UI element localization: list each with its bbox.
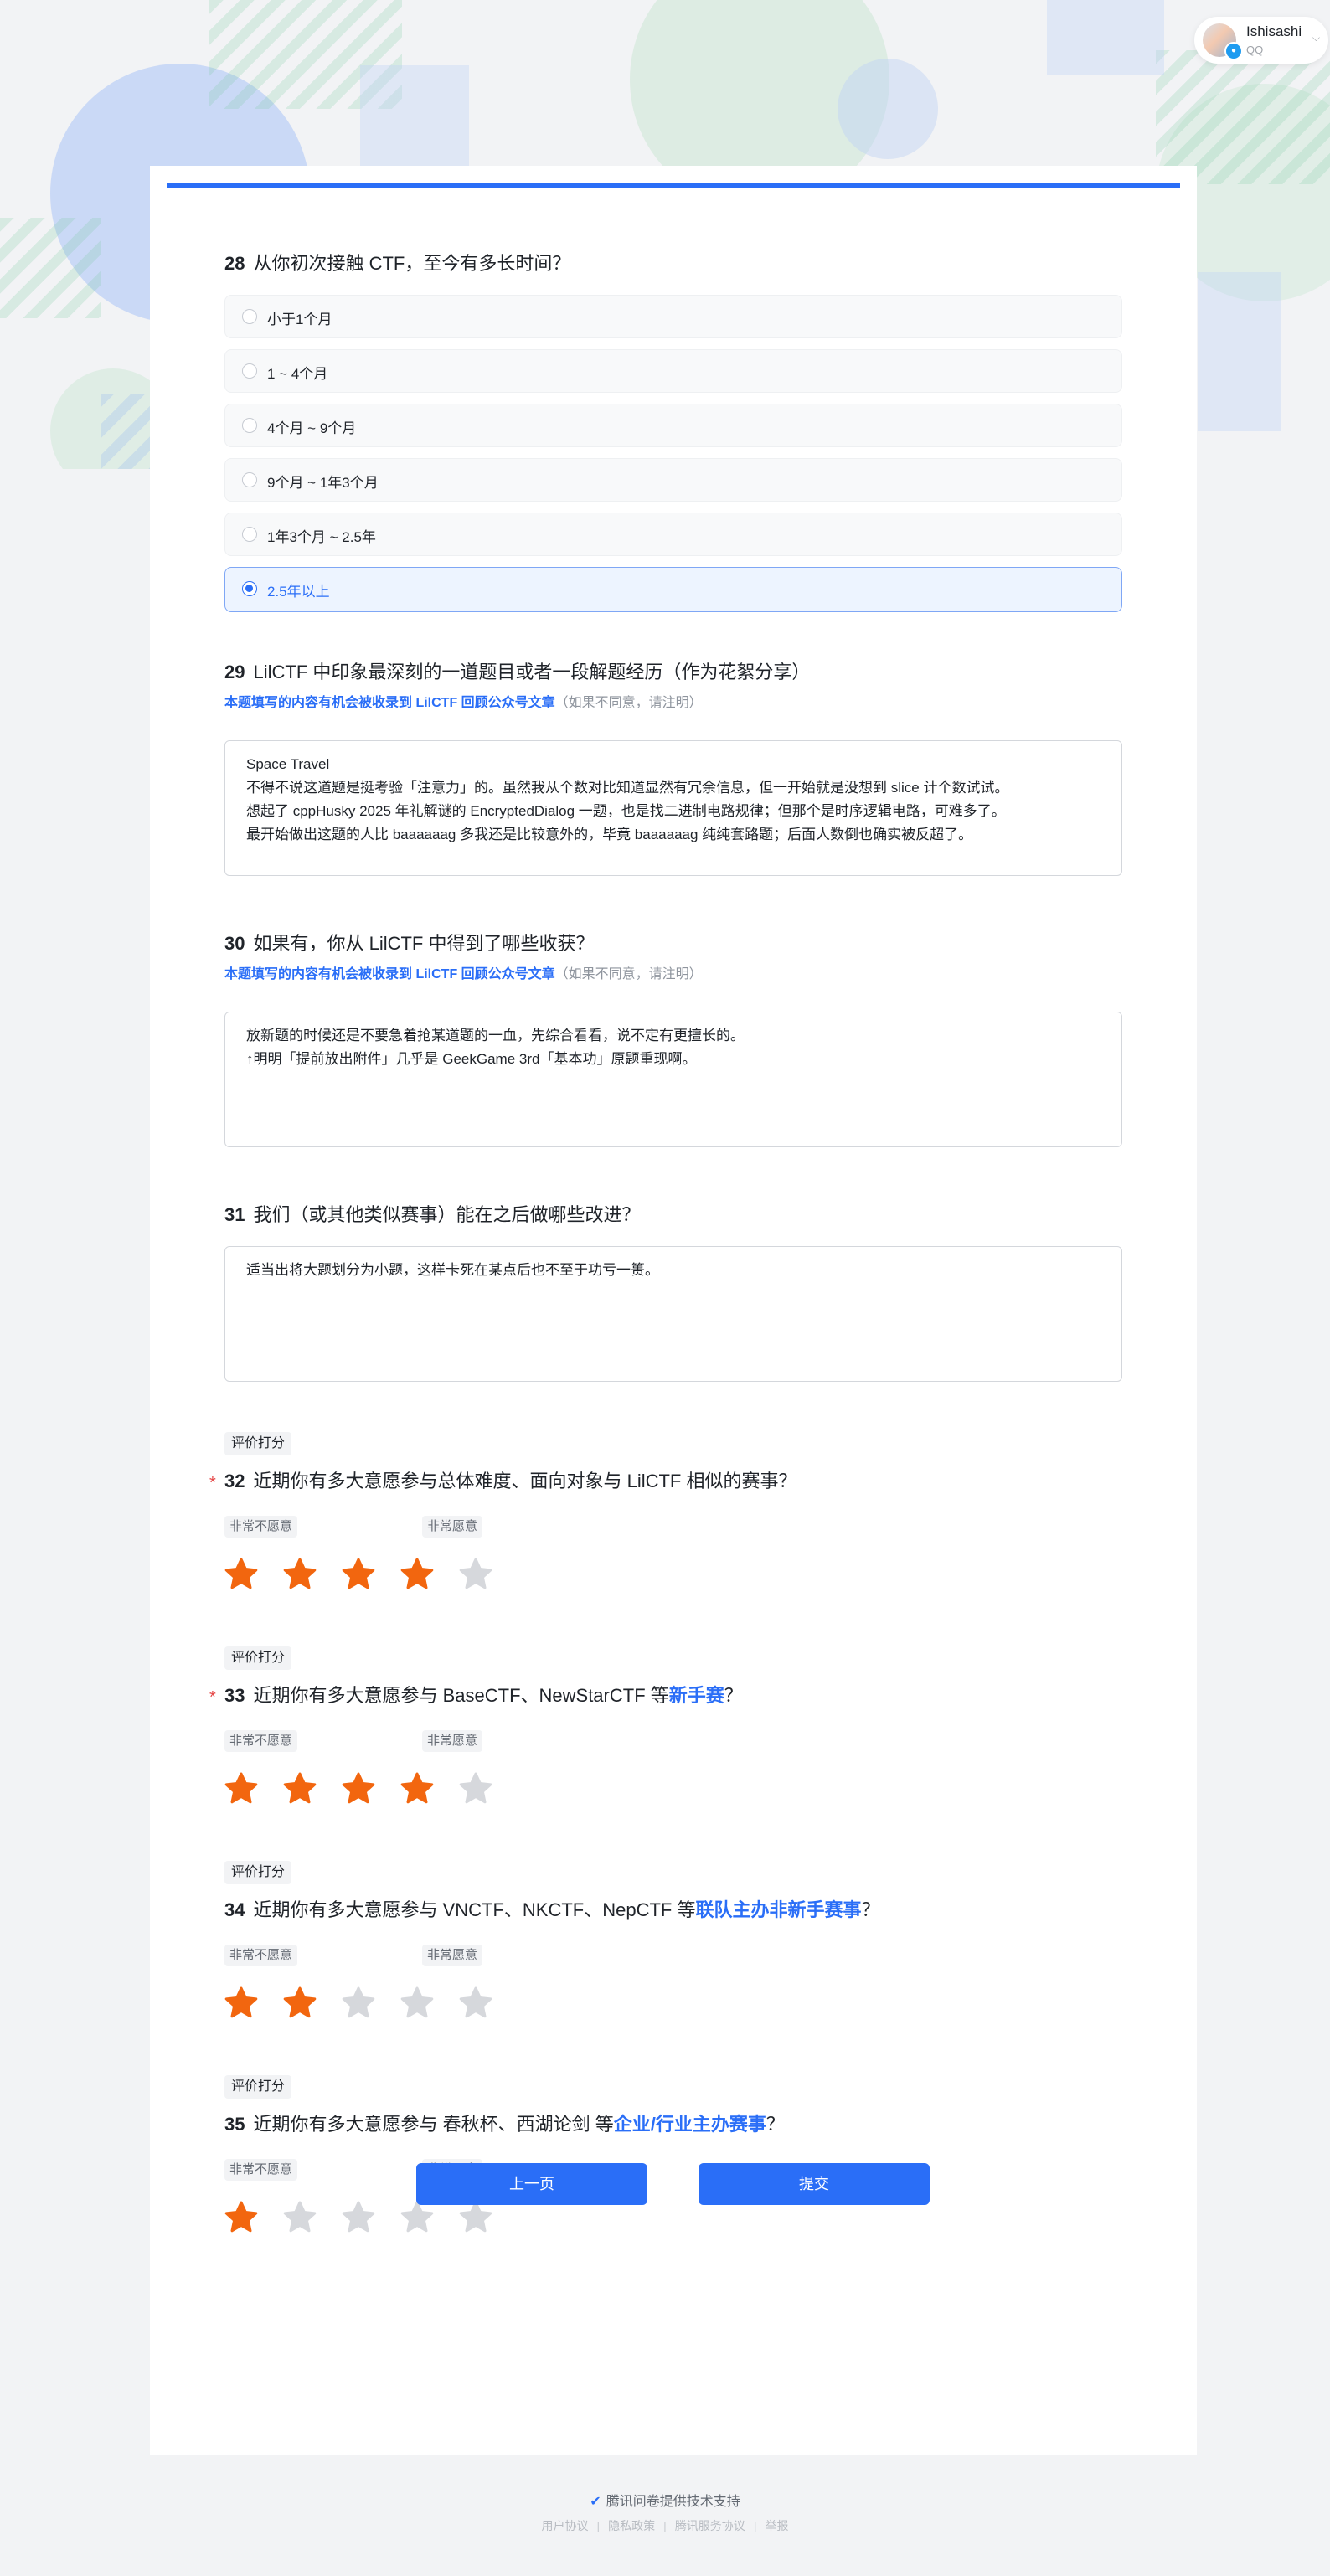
answer-textarea[interactable]: 放新题的时候还是不要急着抢某道题的一血，先综合看看，说不定有更擅长的。 ↑明明「…	[224, 1012, 1122, 1147]
answer-textarea[interactable]: Space Travel 不得不说这道题是挺考验「注意力」的。虽然我从个数对比知…	[224, 740, 1122, 876]
scale-low-label: 非常不愿意	[224, 1945, 298, 1966]
rating-tag: 评价打分	[224, 1861, 292, 1884]
scale-low-label: 非常不愿意	[224, 1730, 298, 1752]
radio-option[interactable]: 1年3个月 ~ 2.5年	[224, 513, 1122, 556]
star-icon[interactable]	[342, 1772, 375, 1806]
radio-icon	[242, 363, 257, 379]
rating-tag: 评价打分	[224, 1646, 292, 1670]
question-title: * 33 近期你有多大意愿参与 BaseCTF、NewStarCTF 等新手赛？	[209, 1683, 743, 1708]
progress-bar	[167, 183, 1180, 188]
question-note: 本题填写的内容有机会被收录到 LilCTF 回顾公众号文章（如果不同意，请注明）	[224, 696, 703, 710]
question-32: 评价打分 * 32 近期你有多大意愿参与总体难度、面向对象与 LilCTF 相似的赛…	[209, 1432, 1122, 1616]
report-link[interactable]: 举报	[765, 2519, 788, 2532]
radio-icon	[242, 472, 257, 487]
scale-low-label: 非常不愿意	[224, 1516, 298, 1538]
service-agreement-link[interactable]: 腾讯服务协议	[675, 2519, 745, 2532]
question-29: 29 LilCTF 中印象最深刻的一道题目或者一段解题经历（作为花絮分享） 本题填…	[224, 660, 810, 714]
star-icon[interactable]	[224, 1986, 258, 2020]
q28-options: 小于1个月 1 ~ 4个月 4个月 ~ 9个月 9个月 ~ 1年3个月 1年3个…	[224, 295, 1122, 613]
footer-links: 用户协议 | 隐私政策 | 腾讯服务协议 | 举报	[541, 2519, 789, 2532]
star-icon[interactable]	[400, 1558, 434, 1591]
star-icon[interactable]	[459, 1986, 492, 2020]
scale-high-label: 非常愿意	[422, 1730, 483, 1752]
question-title: 30 如果有，你从 LilCTF 中得到了哪些收获？	[224, 933, 595, 954]
star-icon[interactable]	[283, 1986, 317, 2020]
qq-badge-icon: ●	[1224, 42, 1243, 60]
question-35: 评价打分 35 近期你有多大意愿参与 春秋杯、西湖论剑 等企业/行业主办赛事？ 非…	[224, 2075, 1122, 2259]
star-icon[interactable]	[400, 1772, 434, 1806]
question-31: 31 我们（或其他类似赛事）能在之后做哪些改进？	[224, 1203, 641, 1228]
star-icon[interactable]	[283, 1772, 317, 1806]
question-title: 28 从你初次接触 CTF，至今有多长时间？	[224, 253, 571, 274]
question-34: 评价打分 34 近期你有多大意愿参与 VNCTF、NKCTF、NepCTF 等联队…	[224, 1861, 1122, 2045]
user-platform: QQ	[1246, 44, 1264, 56]
star-icon[interactable]	[224, 1558, 258, 1591]
radio-icon	[242, 527, 257, 542]
radio-icon	[242, 418, 257, 433]
star-icon[interactable]	[224, 1772, 258, 1806]
answer-textarea[interactable]: 适当出将大题划分为小题，这样卡死在某点后也不至于功亏一篑。	[224, 1246, 1122, 1382]
privacy-policy-link[interactable]: 隐私政策	[608, 2519, 655, 2532]
radio-option-selected[interactable]: 2.5年以上	[224, 567, 1122, 612]
star-icon[interactable]	[342, 2201, 375, 2234]
question-title: 34 近期你有多大意愿参与 VNCTF、NKCTF、NepCTF 等联队主办非新手…	[224, 1899, 880, 1920]
footer-brand: ✔ 腾讯问卷提供技术支持	[590, 2495, 740, 2509]
star-icon[interactable]	[400, 1986, 434, 2020]
star-icon[interactable]	[283, 1558, 317, 1591]
prev-page-button[interactable]: 上一页	[416, 2163, 647, 2205]
star-icon[interactable]	[400, 2201, 434, 2234]
scale-low-label: 非常不愿意	[224, 2159, 298, 2181]
user-name: Ishisashi	[1246, 23, 1302, 39]
question-title: 31 我们（或其他类似赛事）能在之后做哪些改进？	[224, 1204, 641, 1225]
star-icon[interactable]	[342, 1558, 375, 1591]
star-icon[interactable]	[283, 2201, 317, 2234]
scale-high-label: 非常愿意	[422, 1945, 483, 1966]
required-mark: *	[209, 1688, 216, 1707]
footer: ✔ 腾讯问卷提供技术支持 用户协议 | 隐私政策 | 腾讯服务协议 | 举报	[0, 2492, 1330, 2534]
check-icon: ✔	[590, 2495, 601, 2509]
radio-option[interactable]: 9个月 ~ 1年3个月	[224, 458, 1122, 502]
question-33: 评价打分 * 33 近期你有多大意愿参与 BaseCTF、NewStarCTF 等新…	[209, 1646, 1122, 1831]
user-agreement-link[interactable]: 用户协议	[542, 2519, 589, 2532]
chevron-down-icon: ⌵	[1312, 32, 1320, 44]
required-mark: *	[209, 1474, 216, 1492]
question-30: 30 如果有，你从 LilCTF 中得到了哪些收获？ 本题填写的内容有机会被收录到…	[224, 931, 703, 985]
radio-checked-icon	[242, 581, 257, 596]
question-title: * 32 近期你有多大意愿参与总体难度、面向对象与 LilCTF 相似的赛事？	[209, 1469, 797, 1494]
star-icon[interactable]	[459, 2201, 492, 2234]
star-icon[interactable]	[342, 1986, 375, 2020]
question-title: 35 近期你有多大意愿参与 春秋杯、西湖论剑 等企业/行业主办赛事？	[224, 2114, 785, 2135]
star-icon[interactable]	[224, 2201, 258, 2234]
radio-option[interactable]: 4个月 ~ 9个月	[224, 404, 1122, 447]
survey-card: 28 从你初次接触 CTF，至今有多长时间？ 小于1个月 1 ~ 4个月 4个月 …	[150, 166, 1197, 2455]
rating-tag: 评价打分	[224, 1432, 292, 1455]
question-title: 29 LilCTF 中印象最深刻的一道题目或者一段解题经历（作为花絮分享）	[224, 662, 811, 683]
question-note: 本题填写的内容有机会被收录到 LilCTF 回顾公众号文章（如果不同意，请注明）	[224, 967, 703, 981]
rating-tag: 评价打分	[224, 2075, 292, 2099]
radio-option[interactable]: 1 ~ 4个月	[224, 349, 1122, 393]
star-icon[interactable]	[459, 1772, 492, 1806]
radio-option[interactable]: 小于1个月	[224, 295, 1122, 338]
user-menu[interactable]: ● Ishisashi QQ ⌵	[1194, 17, 1328, 64]
submit-button[interactable]: 提交	[699, 2163, 930, 2205]
question-28: 28 从你初次接触 CTF，至今有多长时间？	[224, 251, 570, 276]
star-icon[interactable]	[459, 1558, 492, 1591]
scale-high-label: 非常愿意	[422, 1516, 483, 1538]
radio-icon	[242, 309, 257, 324]
